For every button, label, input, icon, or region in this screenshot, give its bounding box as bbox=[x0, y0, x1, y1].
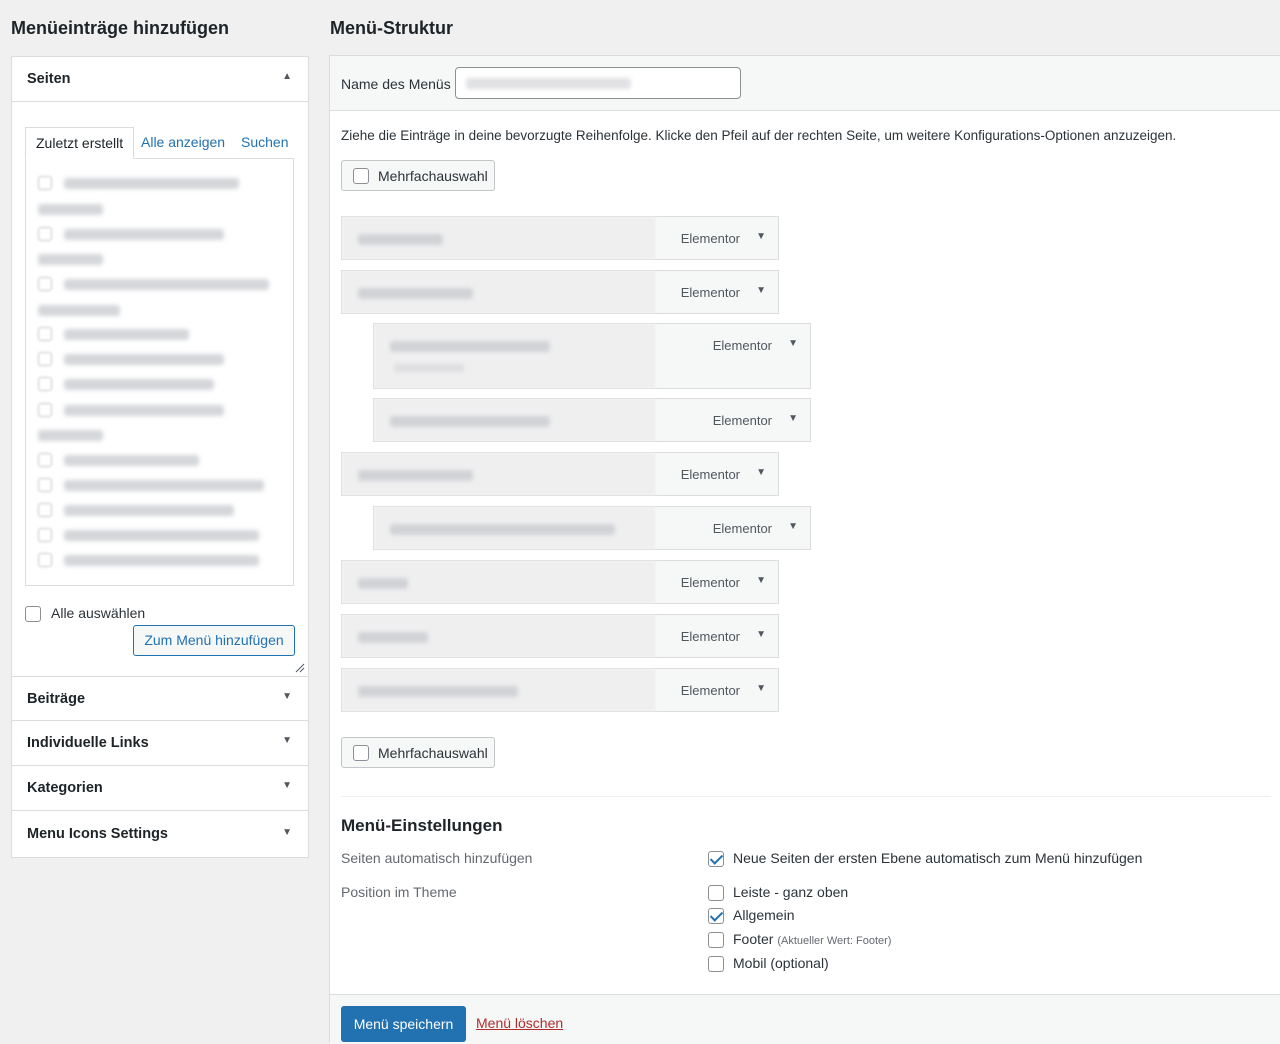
save-menu-button[interactable]: Menü speichern bbox=[341, 1006, 466, 1042]
chevron-down-icon[interactable]: ▼ bbox=[756, 683, 766, 694]
theme-location-label: Position im Theme bbox=[341, 884, 457, 900]
location-footer-checkbox[interactable] bbox=[708, 932, 724, 948]
location-top-bar-label: Leiste - ganz oben bbox=[733, 884, 849, 900]
divider bbox=[341, 796, 1271, 797]
accordion-categories[interactable]: Kategorien ▼ bbox=[12, 766, 308, 811]
menu-item-type: Elementor bbox=[680, 575, 740, 590]
chevron-down-icon: ▼ bbox=[282, 827, 292, 838]
bulk-select-button-top[interactable]: Mehrfachauswahl bbox=[341, 160, 495, 191]
select-all-label: Alle auswählen bbox=[51, 605, 146, 621]
chevron-down-icon: ▼ bbox=[282, 691, 292, 702]
chevron-down-icon[interactable]: ▼ bbox=[756, 467, 766, 478]
menu-item-type: Elementor bbox=[712, 521, 772, 536]
chevron-down-icon[interactable]: ▼ bbox=[756, 285, 766, 296]
auto-add-pages-label: Seiten automatisch hinzufügen bbox=[341, 850, 533, 866]
chevron-down-icon[interactable]: ▼ bbox=[756, 231, 766, 242]
menu-item[interactable]: Elementor ▼ bbox=[341, 270, 779, 314]
menu-name-label: Name des Menüs bbox=[341, 76, 451, 92]
menu-footer-bar: Menü speichern Menü löschen bbox=[330, 994, 1280, 1044]
auto-add-pages-option: Neue Seiten der ersten Ebene automatisch… bbox=[733, 850, 1143, 866]
menu-name-input[interactable] bbox=[455, 67, 741, 99]
tab-recent[interactable]: Zuletzt erstellt bbox=[25, 127, 135, 159]
menu-structure-panel: Name des Menüs Ziehe die Einträge in dei… bbox=[329, 55, 1280, 1044]
accordion-posts-label: Beiträge bbox=[27, 691, 86, 707]
page-checklist bbox=[25, 158, 294, 586]
bulk-select-checkbox bbox=[353, 168, 369, 184]
bulk-select-button-bottom[interactable]: Mehrfachauswahl bbox=[341, 737, 495, 768]
location-footer-label: Footer (Aktueller Wert: Footer) bbox=[733, 931, 892, 947]
menu-item[interactable]: Elementor ▼ bbox=[341, 216, 779, 260]
chevron-down-icon: ▼ bbox=[282, 735, 292, 746]
menu-item-type: Elementor bbox=[712, 413, 772, 428]
location-general-checkbox[interactable] bbox=[708, 908, 724, 924]
chevron-down-icon[interactable]: ▼ bbox=[788, 521, 798, 532]
menu-item[interactable]: Elementor ▼ bbox=[341, 668, 779, 712]
instructions-text: Ziehe die Einträge in deine bevorzugte R… bbox=[341, 128, 1177, 143]
menu-item-type: Elementor bbox=[680, 629, 740, 644]
accordion-menu-icons-settings[interactable]: Menu Icons Settings ▼ bbox=[12, 811, 308, 857]
menu-items-panel: Seiten ▲ Zuletzt erstellt Alle anzeigen … bbox=[11, 56, 309, 858]
menu-item-type: Elementor bbox=[680, 683, 740, 698]
location-top-bar-checkbox[interactable] bbox=[708, 885, 724, 901]
menu-item[interactable]: Elementor ▼ bbox=[373, 398, 811, 442]
location-mobile-checkbox[interactable] bbox=[708, 956, 724, 972]
menu-item[interactable]: Elementor ▼ bbox=[373, 506, 811, 550]
chevron-up-icon: ▲ bbox=[282, 71, 292, 82]
menu-settings-title: Menü-Einstellungen bbox=[341, 816, 503, 835]
accordion-custom-links-label: Individuelle Links bbox=[27, 735, 149, 751]
delete-menu-link[interactable]: Menü löschen bbox=[476, 1015, 563, 1031]
tab-search[interactable]: Suchen bbox=[231, 127, 298, 159]
accordion-categories-label: Kategorien bbox=[27, 780, 103, 796]
accordion-pages[interactable]: Seiten ▲ bbox=[12, 57, 308, 102]
menu-item-type: Elementor bbox=[712, 338, 772, 353]
menu-item[interactable]: Elementor ▼ bbox=[373, 323, 811, 389]
bulk-select-label: Mehrfachauswahl bbox=[378, 745, 488, 761]
resize-handle-icon[interactable] bbox=[295, 663, 305, 673]
tab-view-all[interactable]: Alle anzeigen bbox=[131, 127, 235, 159]
location-general-label: Allgemein bbox=[733, 907, 795, 923]
select-all-checkbox[interactable] bbox=[25, 606, 41, 622]
bulk-select-checkbox bbox=[353, 745, 369, 761]
menu-item-type: Elementor bbox=[680, 231, 740, 246]
menu-item[interactable]: Elementor ▼ bbox=[341, 452, 779, 496]
menu-item-type: Elementor bbox=[680, 285, 740, 300]
menu-item-type: Elementor bbox=[680, 467, 740, 482]
bulk-select-label: Mehrfachauswahl bbox=[378, 168, 488, 184]
accordion-posts[interactable]: Beiträge ▼ bbox=[12, 676, 308, 721]
menu-item[interactable]: Elementor ▼ bbox=[341, 614, 779, 658]
add-to-menu-button[interactable]: Zum Menü hinzufügen bbox=[133, 625, 295, 656]
chevron-down-icon[interactable]: ▼ bbox=[788, 338, 798, 349]
chevron-down-icon[interactable]: ▼ bbox=[756, 575, 766, 586]
menu-structure-title: Menü-Struktur bbox=[330, 18, 453, 38]
chevron-down-icon[interactable]: ▼ bbox=[756, 629, 766, 640]
chevron-down-icon[interactable]: ▼ bbox=[788, 413, 798, 424]
location-mobile-label: Mobil (optional) bbox=[733, 955, 829, 971]
accordion-custom-links[interactable]: Individuelle Links ▼ bbox=[12, 721, 308, 766]
menu-name-bar: Name des Menüs bbox=[330, 56, 1280, 111]
chevron-down-icon: ▼ bbox=[282, 780, 292, 791]
accordion-pages-label: Seiten bbox=[27, 71, 71, 87]
add-menu-items-title: Menüeinträge hinzufügen bbox=[11, 18, 229, 38]
menu-item[interactable]: Elementor ▼ bbox=[341, 560, 779, 604]
auto-add-pages-checkbox[interactable] bbox=[708, 851, 724, 867]
accordion-menu-icons-settings-label: Menu Icons Settings bbox=[27, 826, 168, 842]
location-footer-note: (Aktueller Wert: Footer) bbox=[777, 935, 892, 947]
